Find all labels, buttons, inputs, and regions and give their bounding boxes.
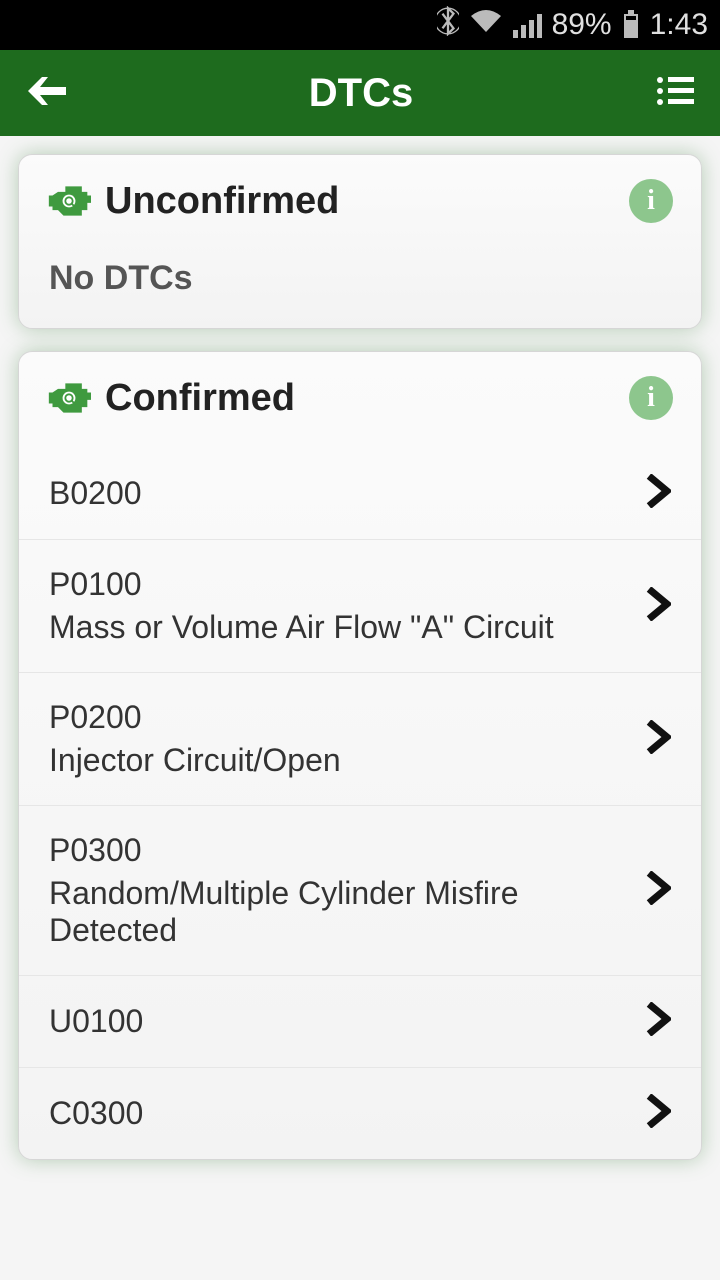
page-title: DTCs <box>66 71 656 116</box>
chevron-right-icon <box>645 1094 671 1133</box>
dtc-description: Injector Circuit/Open <box>49 742 627 779</box>
battery-icon <box>622 10 640 40</box>
dtc-row[interactable]: U0100 <box>19 975 701 1067</box>
chevron-right-icon <box>645 871 671 910</box>
card-confirmed: Confirmed i B0200 P0100 Mass or Volume Air… <box>18 351 702 1160</box>
chevron-right-icon <box>645 474 671 513</box>
card-unconfirmed: Unconfirmed i No DTCs <box>18 154 702 329</box>
engine-icon <box>47 378 91 418</box>
dtc-code: P0300 <box>49 832 627 869</box>
dtc-row[interactable]: P0200 Injector Circuit/Open <box>19 672 701 805</box>
engine-icon <box>47 181 91 221</box>
status-bar: 89% 1:43 <box>0 0 720 50</box>
dtc-row[interactable]: B0200 <box>19 448 701 539</box>
chevron-right-icon <box>645 587 671 626</box>
unconfirmed-title: Unconfirmed <box>105 180 615 223</box>
chevron-right-icon <box>645 720 671 759</box>
bluetooth-icon <box>437 6 459 44</box>
info-icon[interactable]: i <box>629 376 673 420</box>
back-button[interactable] <box>26 73 66 114</box>
content-area: Unconfirmed i No DTCs Confirmed i B0200 P… <box>0 136 720 1280</box>
wifi-icon <box>469 8 503 42</box>
dtc-description: Mass or Volume Air Flow "A" Circuit <box>49 609 627 646</box>
dtc-row[interactable]: P0100 Mass or Volume Air Flow "A" Circuit <box>19 539 701 672</box>
dtc-row[interactable]: C0300 <box>19 1067 701 1159</box>
chevron-right-icon <box>645 1002 671 1041</box>
dtc-row[interactable]: P0300 Random/Multiple Cylinder Misfire De… <box>19 805 701 975</box>
battery-percent: 89% <box>552 8 612 42</box>
confirmed-title: Confirmed <box>105 377 615 420</box>
dtc-code: C0300 <box>49 1095 627 1132</box>
confirmed-list: B0200 P0100 Mass or Volume Air Flow "A" Ci… <box>19 448 701 1159</box>
dtc-code: P0200 <box>49 699 627 736</box>
clock: 1:43 <box>650 8 708 42</box>
signal-icon <box>513 12 542 38</box>
unconfirmed-empty-text: No DTCs <box>19 237 701 328</box>
dtc-description: Random/Multiple Cylinder Misfire Detecte… <box>49 875 627 949</box>
app-bar: DTCs <box>0 50 720 136</box>
dtc-code: P0100 <box>49 566 627 603</box>
dtc-code: B0200 <box>49 475 627 512</box>
info-icon[interactable]: i <box>629 179 673 223</box>
dtc-code: U0100 <box>49 1003 627 1040</box>
list-menu-button[interactable] <box>656 76 694 111</box>
